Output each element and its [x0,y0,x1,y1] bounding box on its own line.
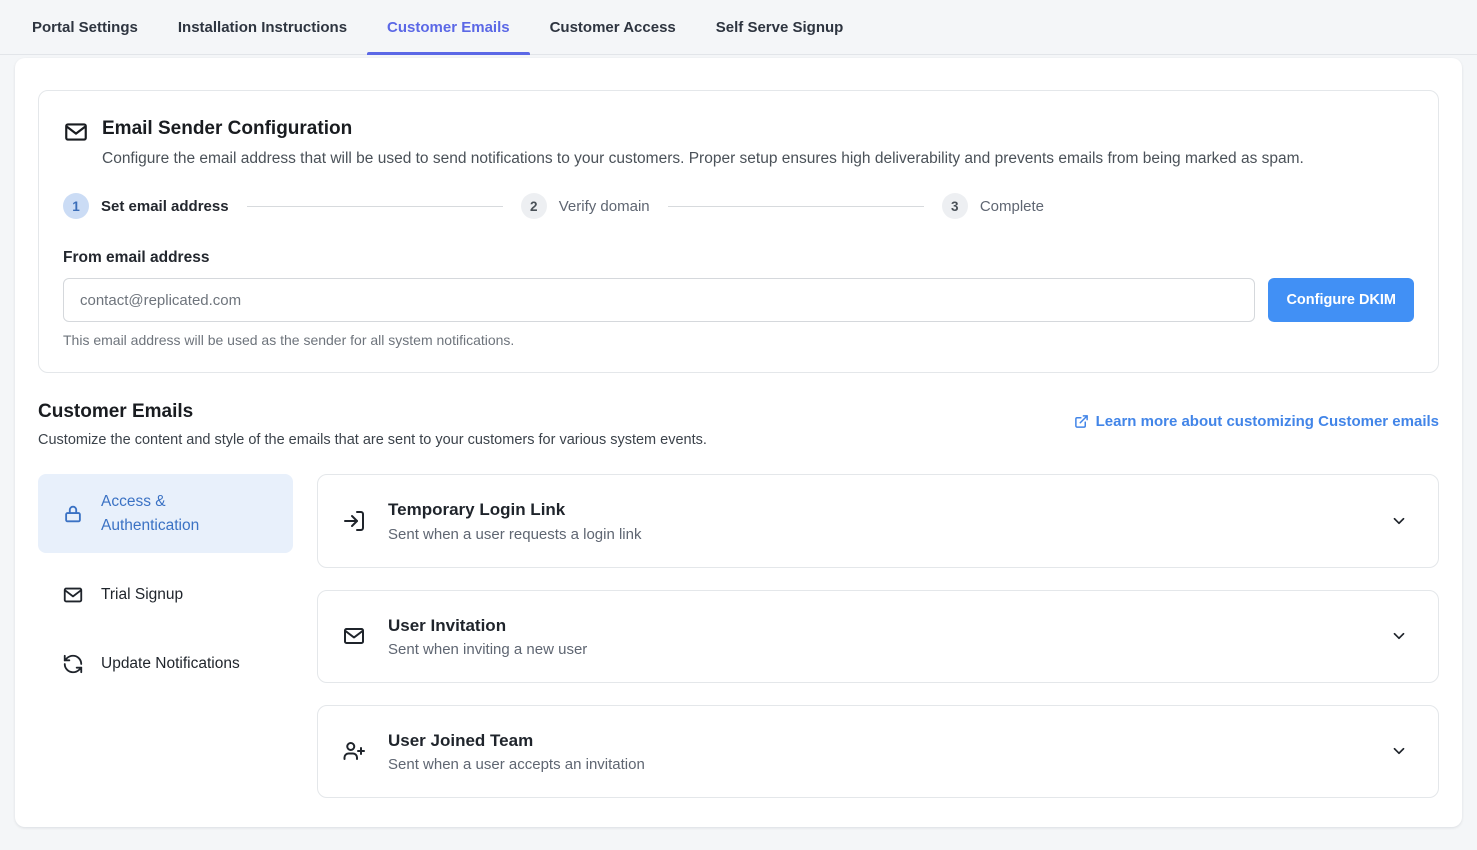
config-title: Email Sender Configuration [102,117,1304,141]
template-subtitle: Sent when inviting a new user [388,641,1368,658]
step-connector [247,206,503,207]
mail-icon [62,584,84,606]
email-template-list: Temporary Login Link Sent when a user re… [317,474,1439,819]
step-number: 1 [63,193,89,219]
tab-customer-access[interactable]: Customer Access [530,0,696,54]
from-email-label: From email address [63,249,1414,267]
template-title: Temporary Login Link [388,499,1368,521]
chevron-down-icon[interactable] [1390,627,1408,645]
template-title: User Invitation [388,615,1368,637]
section-description: Customize the content and style of the e… [38,432,707,448]
external-link-icon [1074,414,1089,429]
email-input-row: Configure DKIM [63,278,1414,322]
template-user-joined-team[interactable]: User Joined Team Sent when a user accept… [317,705,1439,798]
learn-more-label: Learn more about customizing Customer em… [1096,413,1439,430]
from-email-input[interactable] [63,278,1255,322]
category-label: Trial Signup [101,583,183,606]
tab-customer-emails[interactable]: Customer Emails [367,0,530,54]
step-verify-domain: 2 Verify domain [521,193,650,219]
customer-emails-section-header: Customer Emails Customize the content an… [38,401,1439,448]
mail-icon [342,624,366,648]
mail-icon [63,119,89,169]
template-temporary-login-link[interactable]: Temporary Login Link Sent when a user re… [317,474,1439,567]
learn-more-link[interactable]: Learn more about customizing Customer em… [1074,413,1439,430]
step-connector [668,206,924,207]
configure-dkim-button[interactable]: Configure DKIM [1268,278,1414,322]
customer-emails-body: Access & Authentication Trial Signup [38,474,1439,819]
step-label: Complete [980,198,1044,215]
refresh-icon [62,653,84,675]
lock-icon [62,503,84,525]
step-complete: 3 Complete [942,193,1044,219]
step-label: Verify domain [559,198,650,215]
category-label: Access & Authentication [101,490,226,537]
config-description: Configure the email address that will be… [102,148,1304,170]
chevron-down-icon[interactable] [1390,512,1408,530]
chevron-down-icon[interactable] [1390,742,1408,760]
user-plus-icon [342,739,366,763]
template-subtitle: Sent when a user accepts an invitation [388,756,1368,773]
category-label: Update Notifications [101,652,240,675]
step-number: 3 [942,193,968,219]
template-user-invitation[interactable]: User Invitation Sent when inviting a new… [317,590,1439,683]
category-update-notifications[interactable]: Update Notifications [38,636,293,691]
step-set-email-address: 1 Set email address [63,193,229,219]
config-header: Email Sender Configuration Configure the… [63,117,1414,169]
settings-tab-bar: Portal Settings Installation Instruction… [0,0,1477,55]
log-in-icon [342,509,366,533]
email-category-list: Access & Authentication Trial Signup [38,474,293,819]
step-label: Set email address [101,198,229,215]
tab-self-serve-signup[interactable]: Self Serve Signup [696,0,864,54]
category-trial-signup[interactable]: Trial Signup [38,567,293,622]
email-helper-text: This email address will be used as the s… [63,332,1414,348]
email-sender-configuration-card: Email Sender Configuration Configure the… [38,90,1439,373]
tab-installation-instructions[interactable]: Installation Instructions [158,0,367,54]
template-subtitle: Sent when a user requests a login link [388,526,1368,543]
template-title: User Joined Team [388,730,1368,752]
customer-emails-panel: Email Sender Configuration Configure the… [15,58,1462,827]
setup-stepper: 1 Set email address 2 Verify domain 3 Co… [63,193,1414,219]
tab-portal-settings[interactable]: Portal Settings [12,0,158,54]
section-title: Customer Emails [38,401,707,423]
category-access-authentication[interactable]: Access & Authentication [38,474,293,553]
step-number: 2 [521,193,547,219]
